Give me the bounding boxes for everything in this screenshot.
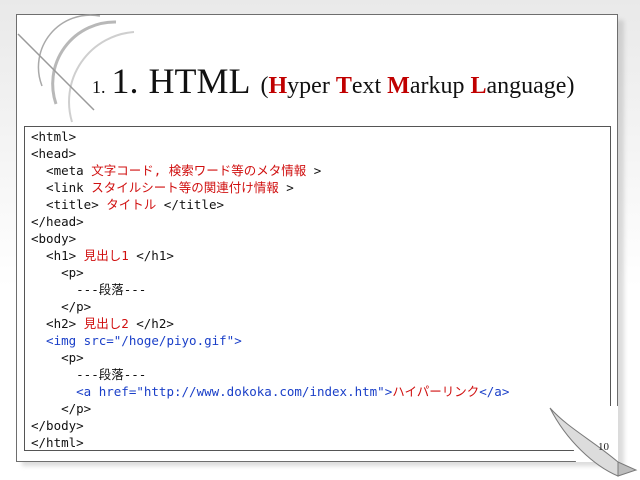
code-line: <html> xyxy=(31,129,77,144)
code-line: <link スタイルシート等の関連付け情報 > xyxy=(31,180,294,195)
code-line: </head> xyxy=(31,214,84,229)
code-example-box: <html> <head> <meta 文字コード, 検索ワード等のメタ情報 >… xyxy=(24,126,611,451)
code-line: <h2> 見出し2 </h2> xyxy=(31,316,174,331)
code-line: <p> xyxy=(31,265,84,280)
title-number: 1. xyxy=(111,61,139,101)
code-line: </body> xyxy=(31,418,84,433)
slide: 1. 1. HTML (Hyper Text Markup Language) … xyxy=(0,0,640,480)
code-line: <head> xyxy=(31,146,77,161)
title-number-small: 1. xyxy=(92,77,106,97)
title-main: HTML xyxy=(148,61,251,101)
page-number: 10 xyxy=(598,441,609,453)
code-line: <a href="http://www.dokoka.com/index.htm… xyxy=(31,384,510,399)
code-line: </html> xyxy=(31,435,84,450)
code-line: <img src="/hoge/piyo.gif"> xyxy=(31,333,242,348)
code-line: ---段落--- xyxy=(31,282,147,297)
code-line: </p> xyxy=(31,299,92,314)
code-line: ---段落--- xyxy=(31,367,147,382)
code-line: <meta 文字コード, 検索ワード等のメタ情報 > xyxy=(31,163,322,178)
code-line: <title> タイトル </title> xyxy=(31,197,225,212)
code-line: <h1> 見出し1 </h1> xyxy=(31,248,174,263)
code-line: <body> xyxy=(31,231,77,246)
code-line: </p> xyxy=(31,401,92,416)
slide-title: 1. 1. HTML (Hyper Text Markup Language) xyxy=(92,60,574,110)
code-line: <p> xyxy=(31,350,84,365)
title-subtitle: (Hyper Text Markup Language) xyxy=(260,73,575,99)
